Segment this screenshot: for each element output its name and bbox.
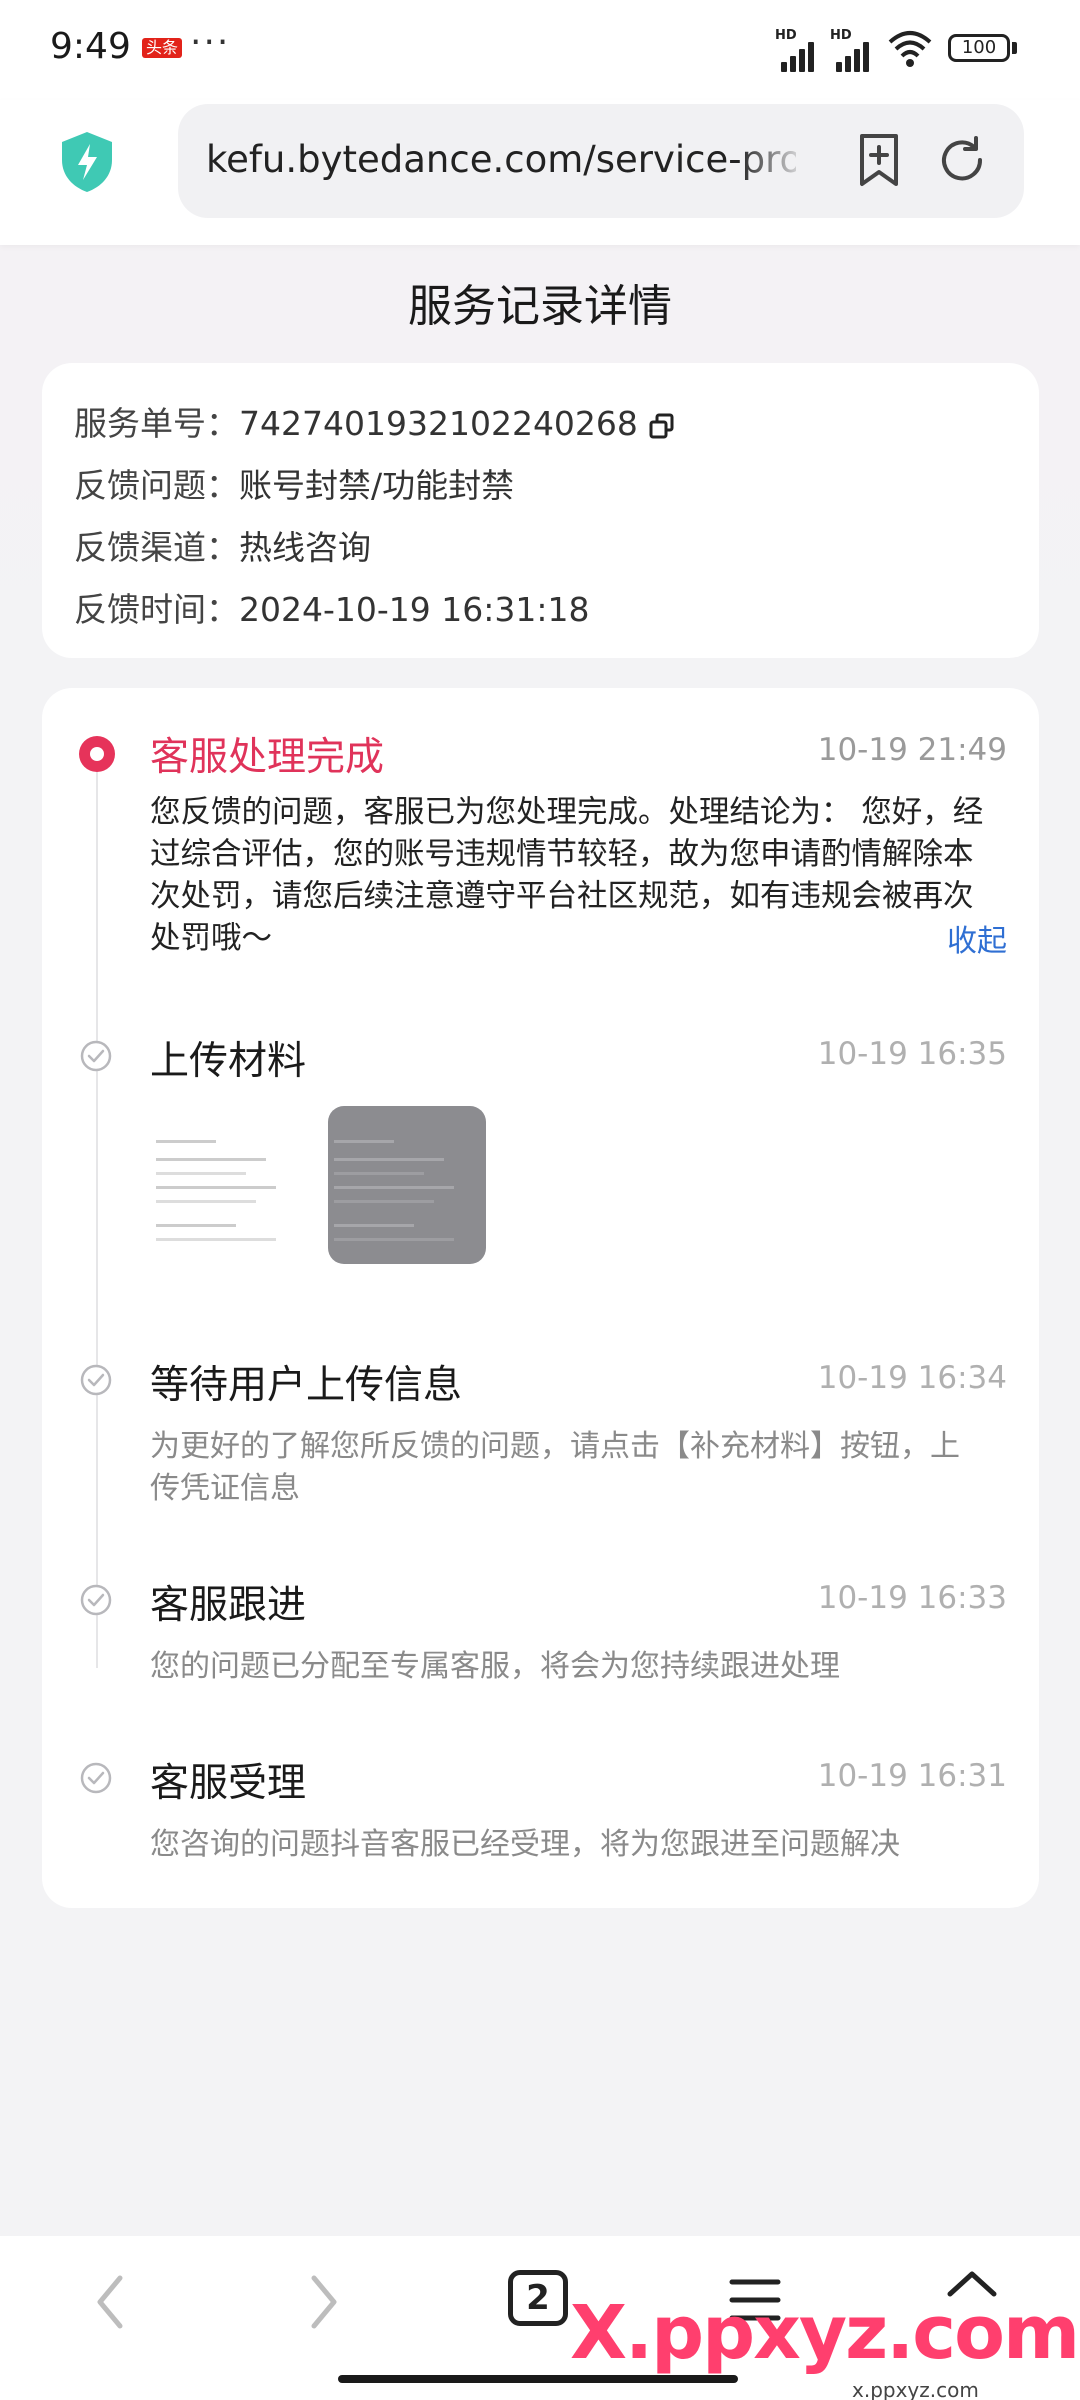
status-bar: 9:49 头条 ··· HD HD 100 — [0, 0, 1080, 100]
check-circle-icon — [80, 1364, 112, 1396]
feedback-issue-value: 账号封禁/功能封禁 — [239, 466, 515, 505]
timeline-line — [96, 772, 98, 1668]
service-number-value: 7427401932102240268 — [239, 404, 638, 443]
active-step-dot-icon — [79, 736, 115, 772]
timeline-step-description: 您咨询的问题抖音客服已经受理，将为您跟进至问题解决 — [150, 1827, 900, 1862]
status-time: 9:49 — [50, 26, 131, 67]
check-circle-icon — [80, 1762, 112, 1794]
address-bar[interactable]: kefu.bytedance.com/service-pro — [178, 104, 1024, 218]
feedback-time-value: 2024-10-19 16:31:18 — [239, 590, 590, 629]
feedback-channel-value: 热线咨询 — [239, 528, 371, 567]
back-icon[interactable] — [92, 2272, 128, 2332]
timeline-step-title: 客服跟进 — [150, 1583, 307, 1628]
browser-toolbar: kefu.bytedance.com/service-pro — [0, 100, 1080, 245]
tabs-button[interactable]: 2 — [508, 2270, 568, 2326]
timeline-step-time: 10-19 16:33 — [817, 1580, 1007, 1616]
timeline-step-time: 10-19 16:31 — [817, 1758, 1007, 1794]
app-root: { "status_bar": { "time": "9:49", "news_… — [0, 0, 1080, 2400]
forward-icon[interactable] — [306, 2272, 342, 2332]
timeline-step-description: 您反馈的问题，客服已为您处理完成。处理结论为： 您好，经 过综合评估，您的账号违… — [150, 795, 984, 956]
timeline-step-time: 10-19 16:34 — [817, 1360, 1007, 1396]
progress-timeline-card: 客服处理完成 10-19 21:49 您反馈的问题，客服已为您处理完成。处理结论… — [42, 688, 1039, 1908]
timeline-step-title: 客服处理完成 — [150, 735, 385, 780]
check-circle-icon — [80, 1584, 112, 1616]
feedback-channel-row: 反馈渠道：热线咨询 — [74, 528, 371, 567]
refresh-icon[interactable] — [936, 134, 988, 186]
watermark-logo: X.ppxyz.com x.ppxyz.com — [570, 2290, 1080, 2400]
feedback-time-row: 反馈时间：2024-10-19 16:31:18 — [74, 590, 590, 629]
url-fade — [738, 104, 808, 218]
service-info-card: 服务单号：7427401932102240268 反馈问题：账号封禁/功能封禁 … — [42, 363, 1039, 658]
check-circle-icon — [80, 1040, 112, 1072]
feedback-issue-row: 反馈问题：账号封禁/功能封禁 — [74, 466, 515, 505]
url-text[interactable]: kefu.bytedance.com/service-pro — [206, 138, 796, 181]
uploaded-image-thumbnail[interactable] — [328, 1106, 486, 1264]
collapse-link[interactable]: 收起 — [947, 916, 1007, 960]
timeline-step-title: 上传材料 — [150, 1039, 307, 1084]
news-app-badge: 头条 — [142, 38, 183, 58]
wifi-icon — [888, 31, 932, 67]
security-shield-icon[interactable] — [58, 130, 116, 194]
timeline-step-time: 10-19 16:35 — [817, 1036, 1007, 1072]
battery-cap — [1012, 42, 1017, 54]
service-number-row: 服务单号：7427401932102240268 — [74, 397, 676, 445]
uploaded-image-thumbnail[interactable] — [150, 1106, 308, 1264]
copy-icon[interactable] — [648, 412, 676, 440]
timeline-step-title: 客服受理 — [150, 1761, 307, 1806]
battery-icon: 100 — [948, 34, 1010, 62]
timeline-step-description: 为更好的了解您所反馈的问题，请点击【补充材料】按钮，上 传凭证信息 — [150, 1429, 960, 1506]
timeline-step-description: 您的问题已分配至专属客服，将会为您持续跟进处理 — [150, 1649, 840, 1684]
timeline-step-time: 10-19 21:49 — [817, 732, 1007, 768]
timeline-step-title: 等待用户上传信息 — [150, 1363, 463, 1408]
page-title: 服务记录详情 — [408, 281, 672, 332]
more-notifications-icon: ··· — [190, 22, 231, 63]
add-bookmark-icon[interactable] — [854, 132, 904, 188]
